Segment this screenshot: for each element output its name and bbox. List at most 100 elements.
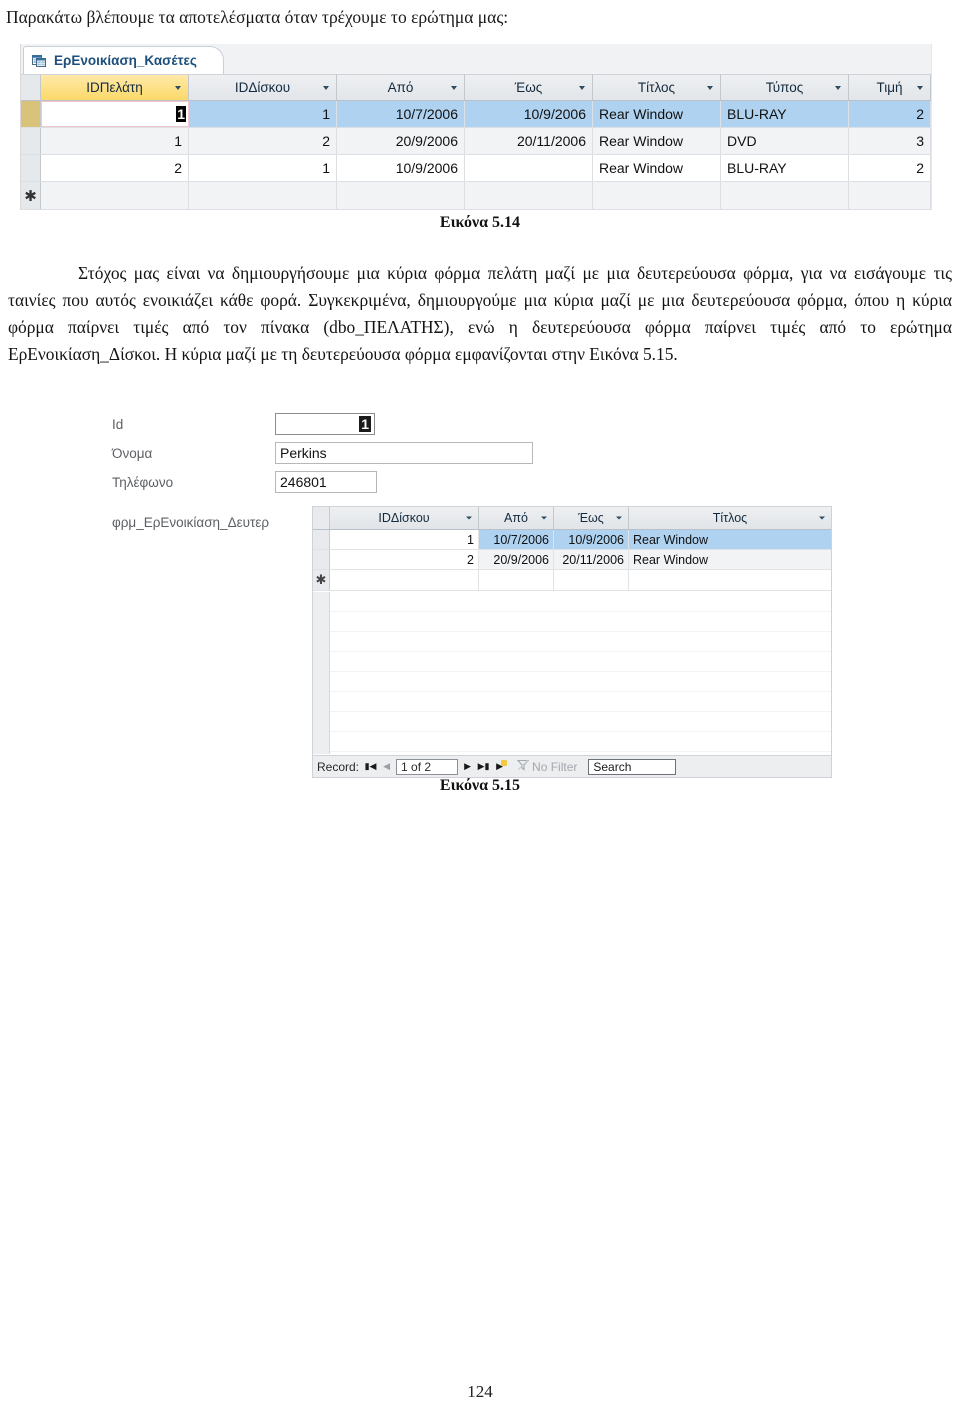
chevron-down-icon[interactable] xyxy=(707,85,713,90)
record-position-input[interactable]: 1 of 2 xyxy=(396,758,459,775)
cell-timi[interactable]: 2 xyxy=(849,155,931,181)
column-header-label: Τίτλος xyxy=(637,80,676,95)
new-cell-eos[interactable] xyxy=(465,182,593,209)
cell-eos[interactable]: 20/11/2006 xyxy=(465,128,593,154)
chevron-down-icon[interactable] xyxy=(541,516,547,520)
figure-caption-515: Εικόνα 5.15 xyxy=(439,777,521,794)
row-selector[interactable] xyxy=(21,155,41,181)
cell-idpelati[interactable]: 1 xyxy=(41,101,189,127)
onoma-field[interactable]: Perkins xyxy=(275,442,533,464)
column-header-typos[interactable]: Τύπος xyxy=(721,75,849,100)
subform-new-record-row[interactable]: ✱ xyxy=(313,570,831,591)
new-record-row[interactable]: ✱ xyxy=(21,182,931,210)
column-header-iddiskou[interactable]: IDΔίσκου xyxy=(189,75,337,100)
subform-datasheet: IDΔίσκου Από Έως Τίτλος 1 10/7/2006 10/9… xyxy=(312,506,832,778)
figure-caption-514: Εικόνα 5.14 xyxy=(439,214,521,231)
column-header-apo[interactable]: Από xyxy=(337,75,465,100)
new-cell-typos[interactable] xyxy=(721,182,849,209)
chevron-down-icon[interactable] xyxy=(616,516,622,520)
column-header-idpelati[interactable]: IDΠελάτη xyxy=(41,75,189,100)
chevron-down-icon[interactable] xyxy=(835,85,841,90)
subform-cell-eos[interactable]: 20/11/2006 xyxy=(554,550,629,569)
subform-new-cell-apo[interactable] xyxy=(479,570,554,590)
table-row[interactable]: 1 1 10/7/2006 10/9/2006 Rear Window BLU-… xyxy=(21,101,931,128)
cell-timi[interactable]: 2 xyxy=(849,101,931,127)
chevron-down-icon[interactable] xyxy=(451,85,457,90)
select-all-corner[interactable] xyxy=(21,75,41,100)
first-record-icon[interactable]: ▮◀ xyxy=(364,759,377,774)
new-record-asterisk-icon[interactable]: ✱ xyxy=(313,570,330,590)
last-record-icon[interactable]: ▶▮ xyxy=(477,759,490,774)
label-onoma: Όνομα xyxy=(112,446,153,461)
new-record-icon[interactable]: ▶ xyxy=(493,759,508,774)
subform-cell-apo[interactable]: 20/9/2006 xyxy=(479,550,554,569)
subform-column-header-titlos[interactable]: Τίτλος xyxy=(629,507,831,529)
cell-apo[interactable]: 10/9/2006 xyxy=(337,155,465,181)
label-id: Id xyxy=(112,417,124,432)
cell-iddiskou[interactable]: 1 xyxy=(189,101,337,127)
subform-cell-apo[interactable]: 10/7/2006 xyxy=(479,530,554,549)
subform-column-header-eos[interactable]: Έως xyxy=(554,507,629,529)
subform-select-all-corner[interactable] xyxy=(313,507,330,529)
subform-cell-titlos[interactable]: Rear Window xyxy=(629,550,831,569)
subform-row-selector[interactable] xyxy=(313,530,330,549)
subform-cell-titlos[interactable]: Rear Window xyxy=(629,530,831,549)
id-field[interactable]: 1 xyxy=(275,413,375,435)
column-header-label: IDΔίσκου xyxy=(378,511,430,525)
filter-status-group[interactable]: No Filter xyxy=(516,759,578,774)
new-cell-iddiskou[interactable] xyxy=(189,182,337,209)
subform-column-header-apo[interactable]: Από xyxy=(479,507,554,529)
new-cell-timi[interactable] xyxy=(849,182,931,209)
subform-table-row[interactable]: 1 10/7/2006 10/9/2006 Rear Window xyxy=(313,530,831,550)
subform-cell-iddiskou[interactable]: 2 xyxy=(330,550,479,569)
cell-iddiskou[interactable]: 2 xyxy=(189,128,337,154)
column-header-titlos[interactable]: Τίτλος xyxy=(593,75,721,100)
cell-iddiskou[interactable]: 1 xyxy=(189,155,337,181)
chevron-down-icon[interactable] xyxy=(175,85,181,90)
row-selector[interactable] xyxy=(21,101,41,127)
cell-titlos[interactable]: Rear Window xyxy=(593,101,721,127)
subform-cell-eos[interactable]: 10/9/2006 xyxy=(554,530,629,549)
subform-new-cell-iddiskou[interactable] xyxy=(330,570,479,590)
next-record-icon[interactable]: ▶ xyxy=(461,759,474,774)
cell-typos[interactable]: BLU-RAY xyxy=(721,101,849,127)
cell-typos[interactable]: BLU-RAY xyxy=(721,155,849,181)
subform-row-selector[interactable] xyxy=(313,550,330,569)
subform-cell-iddiskou[interactable]: 1 xyxy=(330,530,479,549)
search-input[interactable]: Search xyxy=(588,758,677,775)
subform-new-cell-titlos[interactable] xyxy=(629,570,831,590)
cell-eos[interactable]: 10/9/2006 xyxy=(465,101,593,127)
document-tab-query[interactable]: ΕρΕνοικίαση_Κασέτες xyxy=(23,46,224,74)
previous-record-icon[interactable]: ◀ xyxy=(380,759,393,774)
cell-idpelati[interactable]: 1 xyxy=(41,128,189,154)
cell-idpelati[interactable]: 2 xyxy=(41,155,189,181)
cell-timi[interactable]: 3 xyxy=(849,128,931,154)
subform-new-cell-eos[interactable] xyxy=(554,570,629,590)
chevron-down-icon[interactable] xyxy=(323,85,329,90)
cell-apo[interactable]: 20/9/2006 xyxy=(337,128,465,154)
cell-eos[interactable] xyxy=(465,155,593,181)
filter-status-label: No Filter xyxy=(532,759,578,774)
table-row[interactable]: 1 2 20/9/2006 20/11/2006 Rear Window DVD… xyxy=(21,128,931,155)
chevron-down-icon[interactable] xyxy=(466,516,472,520)
column-header-eos[interactable]: Έως xyxy=(465,75,593,100)
subform-table-row[interactable]: 2 20/9/2006 20/11/2006 Rear Window xyxy=(313,550,831,570)
new-record-asterisk-icon[interactable]: ✱ xyxy=(21,182,41,209)
cell-titlos[interactable]: Rear Window xyxy=(593,155,721,181)
chevron-down-icon[interactable] xyxy=(579,85,585,90)
chevron-down-icon[interactable] xyxy=(819,516,825,520)
cell-apo[interactable]: 10/7/2006 xyxy=(337,101,465,127)
cell-typos[interactable]: DVD xyxy=(721,128,849,154)
new-cell-idpelati[interactable] xyxy=(41,182,189,209)
column-header-timi[interactable]: Τιμή xyxy=(849,75,931,100)
new-cell-apo[interactable] xyxy=(337,182,465,209)
subform-column-header-iddiskou[interactable]: IDΔίσκου xyxy=(330,507,479,529)
row-selector[interactable] xyxy=(21,128,41,154)
tilefono-field[interactable]: 246801 xyxy=(275,471,377,493)
cell-titlos[interactable]: Rear Window xyxy=(593,128,721,154)
table-row[interactable]: 2 1 10/9/2006 Rear Window BLU-RAY 2 xyxy=(21,155,931,182)
chevron-down-icon[interactable] xyxy=(917,85,923,90)
column-header-label: Τίτλος xyxy=(712,511,748,525)
new-cell-titlos[interactable] xyxy=(593,182,721,209)
column-header-label: Από xyxy=(387,80,414,95)
